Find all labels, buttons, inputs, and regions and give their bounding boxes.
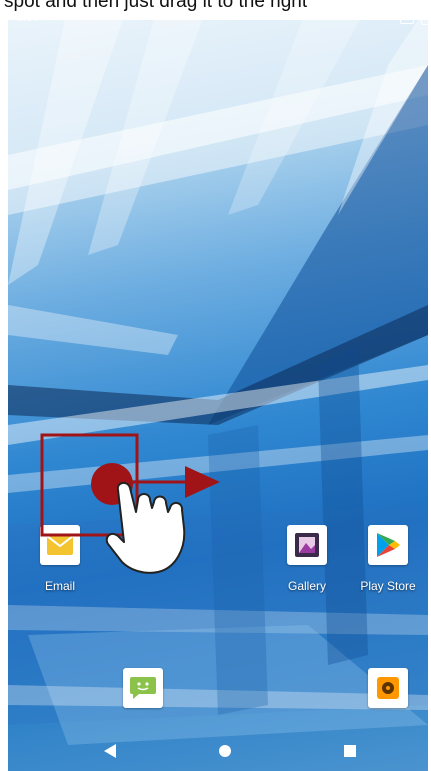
music-icon (368, 668, 408, 708)
nfc-icon: N (400, 9, 414, 24)
recents-icon[interactable] (344, 745, 356, 757)
messaging-icon (123, 668, 163, 708)
play-store-icon (368, 525, 408, 565)
app-email[interactable]: Email (20, 525, 100, 593)
battery-icon (421, 9, 428, 25)
clock: 8:37 (16, 10, 40, 24)
app-gallery[interactable]: Gallery (267, 525, 347, 593)
phone-screen: 8:37 N Email Gallery Play Store (8, 5, 428, 771)
app-label: Play Store (360, 579, 416, 593)
navigation-bar (8, 731, 428, 771)
app-play-store[interactable]: Play Store (348, 525, 428, 593)
home-icon[interactable] (219, 745, 231, 757)
app-messaging[interactable] (103, 668, 183, 708)
gallery-icon (287, 525, 327, 565)
email-icon (40, 525, 80, 565)
app-label: Email (44, 579, 75, 593)
back-icon[interactable] (104, 744, 116, 758)
app-music[interactable] (348, 668, 428, 708)
status-bar: 8:37 N (8, 5, 428, 29)
app-label: Gallery (287, 579, 326, 593)
wallpaper (8, 5, 428, 745)
video-frame: spot and then just drag it to the right … (0, 0, 431, 771)
